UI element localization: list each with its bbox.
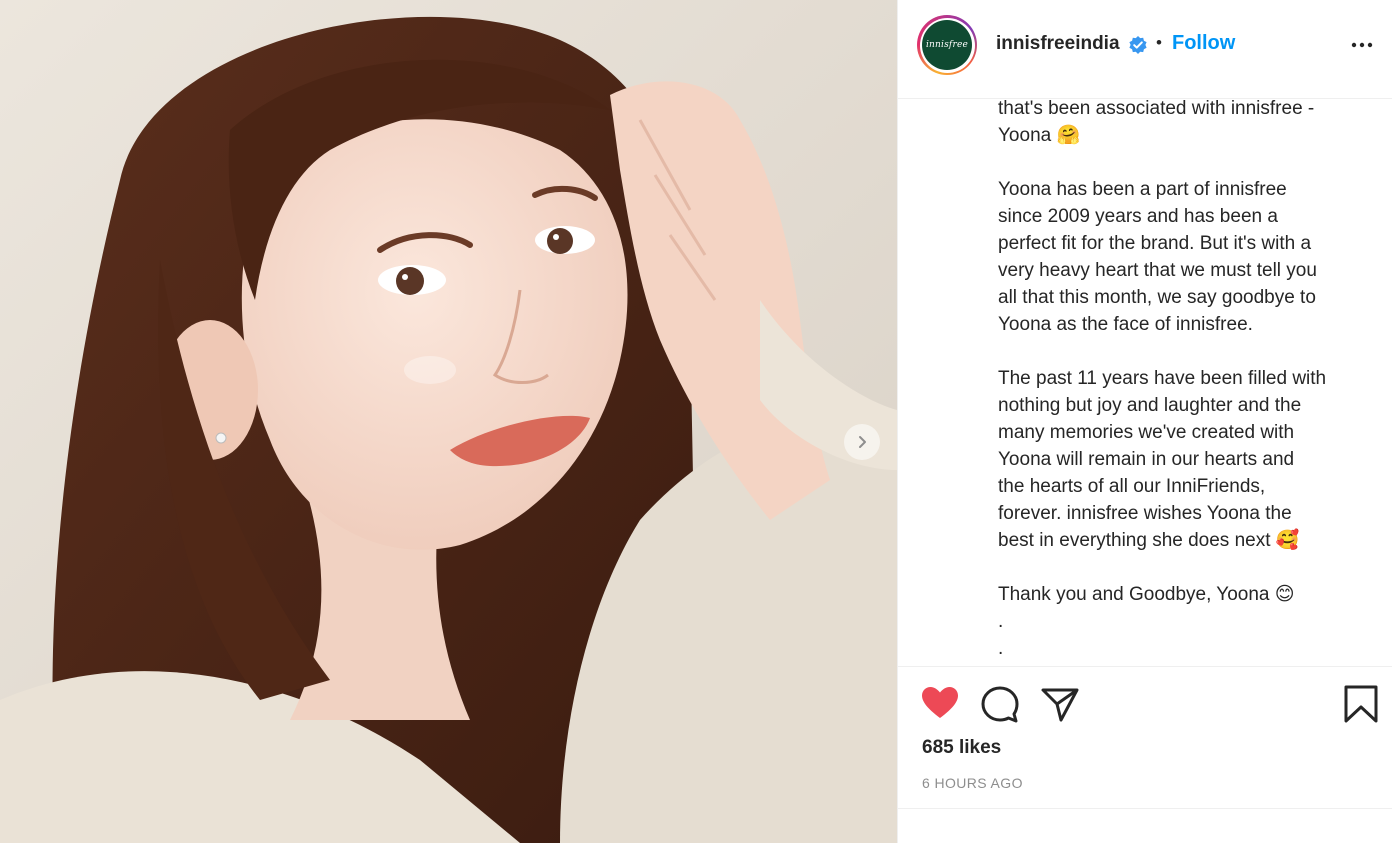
- caption-line: [998, 338, 1374, 365]
- bookmark-icon[interactable]: [1341, 684, 1381, 724]
- separator-dot: •: [1156, 33, 1162, 52]
- likes-count[interactable]: 685 likes: [922, 737, 1001, 759]
- heart-filled-icon[interactable]: [920, 684, 960, 724]
- caption-line: all that this month, we say goodbye to: [998, 287, 1316, 308]
- verified-badge-icon: [1129, 36, 1147, 54]
- caption-line: Yoona has been a part of innisfree: [998, 179, 1287, 200]
- username-link[interactable]: innisfreeindia: [996, 33, 1120, 55]
- comment-icon[interactable]: [980, 684, 1020, 724]
- caption-line: since 2009 years and has been a: [998, 206, 1278, 227]
- post-side-panel: innisfree innisfreeindia • Follow that's…: [897, 0, 1392, 843]
- caption-line: Yoona 🤗: [998, 125, 1081, 146]
- instagram-post: innisfree innisfreeindia • Follow that's…: [0, 0, 1392, 843]
- caption-line: [998, 149, 1374, 176]
- caption-line: very heavy heart that we must tell you: [998, 260, 1317, 281]
- caption-line: [998, 554, 1374, 581]
- more-options-icon[interactable]: [1350, 33, 1374, 57]
- caption-line: Thank you and Goodbye, Yoona 😊: [998, 584, 1295, 605]
- caption-line: that's been associated with innisfree -: [998, 99, 1315, 119]
- caption-scroll-area[interactable]: that's been associated with innisfree - …: [898, 99, 1392, 666]
- caption-line: perfect fit for the brand. But it's with…: [998, 233, 1312, 254]
- post-photo[interactable]: [0, 0, 897, 843]
- avatar[interactable]: innisfree: [922, 20, 972, 70]
- post-timestamp[interactable]: 6 HOURS AGO: [922, 775, 1023, 791]
- caption-line: Yoona will remain in our hearts and: [998, 449, 1295, 470]
- avatar-border: innisfree: [919, 17, 975, 73]
- next-image-button[interactable]: [844, 424, 880, 460]
- caption-line: nothing but joy and laughter and the: [998, 395, 1302, 416]
- caption-line: Yoona as the face of innisfree.: [998, 314, 1253, 335]
- chevron-right-icon: [859, 436, 866, 448]
- caption-line: best in everything she does next 🥰: [998, 530, 1300, 551]
- caption-line: The past 11 years have been filled with: [998, 368, 1327, 389]
- share-icon[interactable]: [1040, 684, 1080, 724]
- post-header: innisfree innisfreeindia • Follow: [898, 0, 1392, 99]
- story-ring[interactable]: innisfree: [917, 15, 977, 75]
- caption-line: the hearts of all our InniFriends,: [998, 476, 1266, 497]
- caption-line: many memories we've created with: [998, 422, 1295, 443]
- post-actions: 685 likes 6 HOURS AGO: [898, 666, 1392, 809]
- caption-line: forever. innisfree wishes Yoona the: [998, 503, 1292, 524]
- caption-text: that's been associated with innisfree - …: [998, 99, 1374, 662]
- follow-button[interactable]: Follow: [1172, 32, 1235, 55]
- caption-line: .: [998, 638, 1004, 659]
- avatar-logo-text: innisfree: [925, 40, 969, 50]
- caption-line: .: [998, 611, 1004, 632]
- portrait-image: [0, 0, 897, 843]
